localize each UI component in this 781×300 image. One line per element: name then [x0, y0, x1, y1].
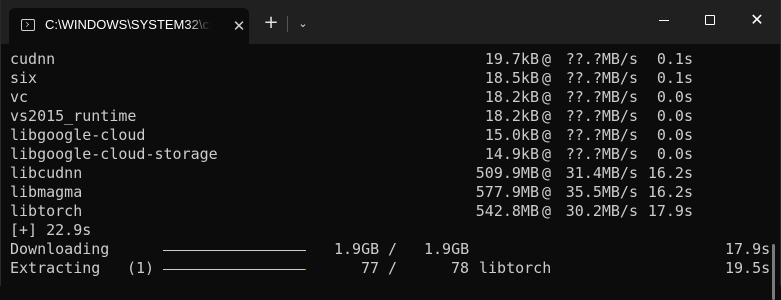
extracting-line: Extracting (1) 77 / 78 libtorch 19.5s	[1, 259, 780, 278]
minimize-button[interactable]	[641, 0, 687, 40]
package-at-sign: @	[542, 50, 552, 68]
terminal-output[interactable]: cudnn 19.7kB @ ??.?MB/s 0.1s six 18.5kB @ ??.?MB…	[1, 44, 780, 300]
package-time: 0.1s	[656, 69, 693, 87]
package-size: 14.9kB	[484, 145, 539, 163]
package-at-sign: @	[542, 107, 552, 125]
package-at-sign: @	[542, 145, 552, 163]
package-time: 17.9s	[647, 202, 693, 220]
close-button[interactable]: ✕	[734, 0, 780, 40]
downloading-time: 17.9s	[725, 240, 771, 258]
package-at-sign: @	[542, 183, 552, 201]
package-size: 15.0kB	[484, 126, 539, 144]
package-row: libcudnn 509.9MB @31.4MB/s 16.2s	[1, 164, 771, 183]
maximize-button[interactable]	[687, 0, 733, 40]
package-at-sign: @	[542, 202, 552, 220]
package-at-sign: @	[542, 164, 552, 182]
package-time: 0.0s	[656, 126, 693, 144]
extracting-progress-bar	[163, 269, 306, 270]
package-rate: ??.?MB/s	[565, 69, 638, 87]
package-name: cudnn	[10, 50, 56, 68]
package-size: 18.2kB	[484, 107, 539, 125]
tab-close-icon[interactable]: ✕	[227, 14, 251, 38]
package-row: six 18.5kB @ ??.?MB/s 0.1s	[1, 69, 771, 88]
package-row: libtorch 542.8MB @30.2MB/s 17.9s	[1, 202, 771, 221]
extracting-separator: /	[388, 259, 398, 277]
package-size: 577.9MB	[475, 183, 539, 201]
package-name: libtorch	[10, 202, 83, 220]
tab-divider	[287, 16, 288, 32]
extracting-current: libtorch	[479, 259, 552, 277]
package-row: libgoogle-cloud-storage 14.9kB @ ??.?MB/s 0.…	[1, 145, 771, 164]
package-name: vc	[10, 88, 29, 106]
scrollbar[interactable]	[772, 244, 775, 300]
downloading-label: Downloading	[10, 240, 110, 258]
extracting-done: 77	[361, 259, 380, 277]
package-row: libmagma 577.9MB @35.5MB/s 16.2s	[1, 183, 771, 202]
chevron-down-icon[interactable]: ⌄	[293, 12, 313, 36]
package-time: 0.0s	[656, 88, 693, 106]
summary-line: [+] 22.9s	[10, 221, 92, 239]
package-time: 16.2s	[647, 183, 693, 201]
package-rate: ??.?MB/s	[565, 107, 638, 125]
package-size: 18.2kB	[484, 88, 539, 106]
package-time: 0.0s	[656, 107, 693, 125]
package-name: libgoogle-cloud	[10, 126, 146, 144]
downloading-progress-bar	[163, 250, 306, 251]
title-bar[interactable]: C:\WINDOWS\SYSTEM32\cmd.exe ✕ + ⌄ ✕	[1, 0, 780, 44]
package-row: libgoogle-cloud 15.0kB @ ??.?MB/s 0.0s	[1, 126, 771, 145]
package-rate: 31.4MB/s	[565, 164, 638, 182]
package-name: libgoogle-cloud-storage	[10, 145, 218, 163]
package-size: 19.7kB	[484, 50, 539, 68]
downloading-line: Downloading 1.9GB / 1.9GB 17.9s	[1, 240, 780, 259]
package-at-sign: @	[542, 126, 552, 144]
package-rate: ??.?MB/s	[565, 126, 638, 144]
package-rate: ??.?MB/s	[565, 145, 638, 163]
package-time: 0.0s	[656, 145, 693, 163]
extracting-time: 19.5s	[725, 259, 771, 277]
package-at-sign: @	[542, 69, 552, 87]
package-at-sign: @	[542, 88, 552, 106]
package-name: libmagma	[10, 183, 83, 201]
package-rate: 30.2MB/s	[565, 202, 638, 220]
terminal-window: C:\WINDOWS\SYSTEM32\cmd.exe ✕ + ⌄ ✕ cudn…	[0, 0, 781, 300]
package-size: 18.5kB	[484, 69, 539, 87]
package-size: 509.9MB	[475, 164, 539, 182]
package-row: vs2015_runtime 18.2kB @ ??.?MB/s 0.0s	[1, 107, 771, 126]
package-name: six	[10, 69, 38, 87]
downloading-total: 1.9GB	[424, 240, 470, 258]
terminal-icon	[21, 19, 35, 31]
extracting-count: (1)	[127, 259, 155, 277]
package-name: libcudnn	[10, 164, 83, 182]
new-tab-button[interactable]: +	[259, 12, 283, 36]
package-row: cudnn 19.7kB @ ??.?MB/s 0.1s	[1, 50, 771, 69]
tab-title: C:\WINDOWS\SYSTEM32\cmd.exe	[45, 17, 211, 32]
downloading-done: 1.9GB	[334, 240, 380, 258]
tab-cmd[interactable]: C:\WINDOWS\SYSTEM32\cmd.exe ✕	[9, 8, 249, 44]
package-name: vs2015_runtime	[10, 107, 137, 125]
package-size: 542.8MB	[475, 202, 539, 220]
package-rate: 35.5MB/s	[565, 183, 638, 201]
package-time: 0.1s	[656, 50, 693, 68]
extracting-total: 78	[451, 259, 470, 277]
package-time: 16.2s	[647, 164, 693, 182]
extracting-label: Extracting	[10, 259, 101, 277]
package-rate: ??.?MB/s	[565, 88, 638, 106]
downloading-separator: /	[388, 240, 398, 258]
package-row: vc 18.2kB @ ??.?MB/s 0.0s	[1, 88, 771, 107]
package-rate: ??.?MB/s	[565, 50, 638, 68]
